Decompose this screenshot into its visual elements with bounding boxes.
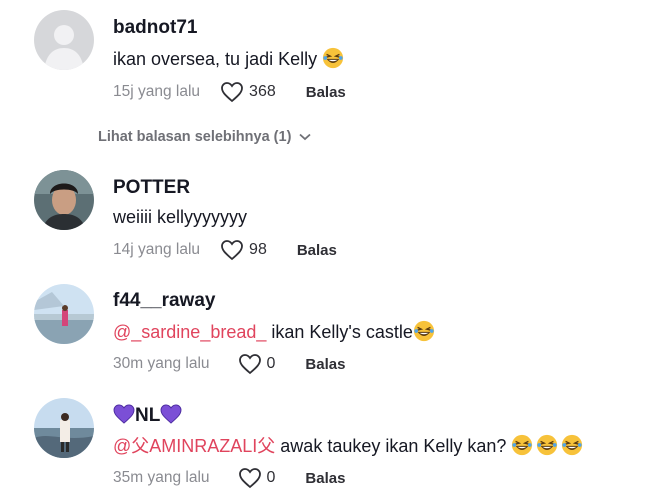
comment-meta: 14j yang lalu 98 Balas — [113, 238, 337, 262]
comment-body: awak taukey ikan Kelly kan? — [275, 436, 512, 456]
comment-username[interactable]: POTTER — [113, 177, 190, 199]
comment-time: 30m yang lalu — [113, 355, 210, 372]
profile-photo-icon — [34, 284, 94, 344]
reply-button[interactable]: Balas — [297, 242, 337, 259]
mention-link[interactable]: @_sardine_bread_ — [113, 322, 266, 342]
reply-button[interactable]: Balas — [306, 84, 346, 101]
default-avatar-icon — [34, 10, 94, 70]
comment-meta: 35m yang lalu 0 Balas — [113, 466, 345, 490]
view-more-replies-label: Lihat balasan selebihnya (1) — [98, 129, 292, 145]
avatar[interactable] — [34, 170, 94, 230]
profile-photo-icon — [34, 398, 94, 458]
like-button[interactable]: 368 — [220, 81, 276, 103]
laughing-emoji-icon — [323, 47, 344, 69]
heart-outline-icon — [238, 354, 261, 375]
comment-body: ikan Kelly's castle — [266, 322, 413, 342]
comment-body: ikan oversea, tu jadi Kelly — [113, 49, 318, 69]
laughing-emoji-icon — [562, 434, 583, 456]
avatar[interactable] — [34, 284, 94, 344]
like-count: 0 — [266, 469, 276, 486]
comment-text: weiiii kellyyyyyyy — [113, 207, 247, 228]
like-button[interactable]: 0 — [238, 467, 276, 489]
laughing-emoji-icon — [512, 434, 533, 456]
laughing-emoji-icon — [413, 320, 434, 342]
chevron-down-icon — [299, 133, 312, 141]
avatar[interactable] — [34, 10, 94, 70]
avatar[interactable] — [34, 398, 94, 458]
like-count: 98 — [249, 241, 267, 258]
comment-username[interactable]: NL — [113, 404, 182, 427]
comment-username[interactable]: f44__raway — [113, 290, 215, 312]
comment-time: 15j yang lalu — [113, 83, 201, 100]
reply-button[interactable]: Balas — [305, 356, 345, 373]
purple-heart-icon — [160, 404, 182, 424]
comment-text: @_sardine_bread_ ikan Kelly's castle — [113, 320, 435, 343]
profile-photo-icon — [34, 170, 94, 230]
mention-link[interactable]: @父AMINRAZALI父 — [113, 436, 275, 456]
heart-outline-icon — [238, 468, 261, 489]
heart-outline-icon — [221, 240, 243, 261]
like-count: 368 — [249, 83, 276, 100]
heart-outline-icon — [221, 82, 243, 103]
comment-text: ikan oversea, tu jadi Kelly — [113, 47, 344, 70]
like-button[interactable]: 0 — [238, 353, 276, 375]
comment-time: 14j yang lalu — [113, 241, 201, 258]
reply-button[interactable]: Balas — [305, 470, 345, 487]
comment-username[interactable]: badnot71 — [113, 17, 197, 39]
laughing-emoji-icon — [537, 434, 558, 456]
comment-meta: 15j yang lalu 368 Balas — [113, 80, 346, 104]
comment-meta: 30m yang lalu 0 Balas — [113, 352, 345, 376]
view-more-replies-button[interactable]: Lihat balasan selebihnya (1) — [98, 126, 312, 148]
username-text: NL — [135, 405, 161, 426]
like-count: 0 — [266, 355, 276, 372]
purple-heart-icon — [113, 404, 135, 424]
comment-time: 35m yang lalu — [113, 469, 210, 486]
comment-text: @父AMINRAZALI父 awak taukey ikan Kelly kan… — [113, 432, 583, 458]
comment-body: weiiii kellyyyyyyy — [113, 207, 248, 227]
like-button[interactable]: 98 — [220, 239, 267, 261]
